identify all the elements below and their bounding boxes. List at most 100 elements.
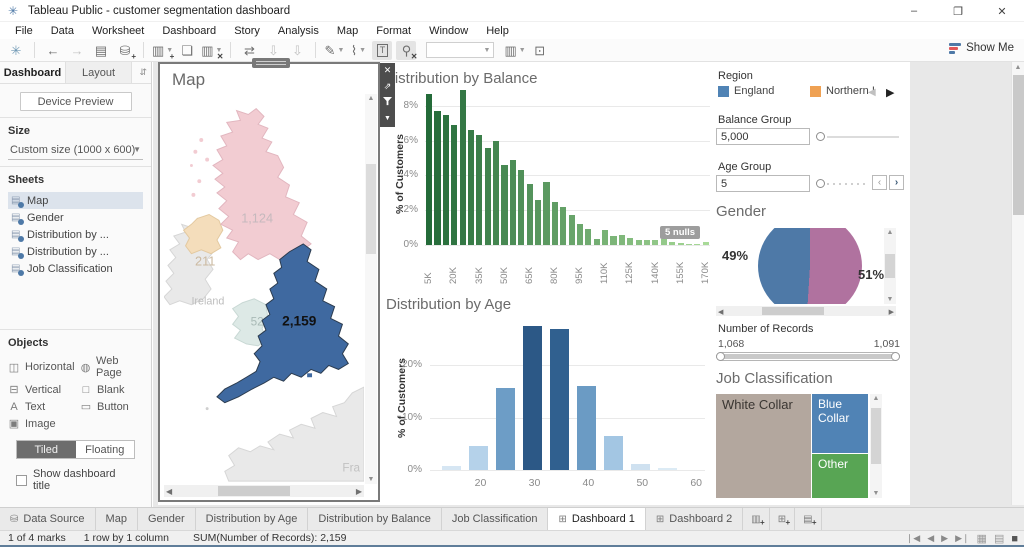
age-bar[interactable] (603, 435, 623, 470)
balance-bar[interactable] (627, 238, 634, 245)
balance-bar[interactable] (618, 234, 625, 245)
label-icon[interactable]: T (372, 40, 393, 60)
balance-bar[interactable] (451, 124, 458, 245)
map-view[interactable]: 52 1,124 211 Ireland 2,159 Fra (164, 94, 364, 484)
floating-button[interactable]: Floating (75, 441, 134, 458)
range-handle-right[interactable] (891, 352, 900, 361)
new-story-button[interactable]: ▤ + (795, 508, 822, 530)
menu-help[interactable]: Help (477, 25, 518, 37)
pane-tab-layout[interactable]: Layout (66, 62, 132, 83)
sheet-item-distribution-by-[interactable]: ▤ Distribution by ... (8, 226, 143, 243)
sheet-tab-dashboard-2[interactable]: ⊞ Dashboard 2 (645, 508, 744, 530)
tableau-logo-icon[interactable]: ✳ (6, 41, 26, 60)
treemap-node-white-collar[interactable]: White Collar (716, 394, 811, 498)
presentation-mode-icon[interactable]: ⊡ (530, 41, 550, 60)
sheet-tab-map[interactable]: Map (95, 508, 138, 530)
balance-bar[interactable] (434, 111, 441, 245)
scroll-up-icon[interactable]: ▲ (1012, 64, 1024, 71)
scroll-up-icon[interactable]: ▲ (884, 229, 896, 236)
filter-icon[interactable] (383, 97, 392, 109)
age-bar[interactable] (549, 329, 569, 470)
sheet-item-gender[interactable]: ▤ Gender (8, 209, 143, 226)
show-me-button[interactable]: Show Me (949, 42, 1014, 54)
last-page-icon[interactable]: ▶❘ (955, 533, 969, 544)
balance-bar[interactable] (459, 90, 466, 245)
go-to-sheet-icon[interactable]: ⇗ (384, 81, 392, 93)
map-horizontal-scrollbar[interactable]: ◀ ▶ (164, 485, 364, 497)
more-options-icon[interactable]: ▼ (384, 113, 391, 125)
filmstrip-view-icon[interactable]: ▤ (994, 532, 1004, 545)
balance-bar[interactable] (501, 165, 508, 245)
balance-bar[interactable] (551, 201, 558, 245)
age-bar[interactable] (496, 387, 515, 470)
new-dashboard-button[interactable]: ⊞ + (769, 508, 796, 530)
object-button[interactable]: ▭ Button (80, 400, 143, 414)
balance-bar[interactable] (543, 182, 550, 245)
sheet-tab-dashboard-1[interactable]: ⊞ Dashboard 1 (548, 508, 646, 530)
treemap-node-other[interactable]: Other (812, 454, 868, 498)
balance-bar[interactable] (652, 239, 659, 245)
device-preview-button[interactable]: Device Preview (19, 92, 132, 111)
records-range-slider[interactable] (716, 352, 900, 361)
scroll-left-icon[interactable]: ◀ (166, 487, 172, 496)
balance-bar[interactable] (702, 242, 709, 245)
balance-bar[interactable] (509, 159, 516, 245)
legend-entry-northern-i[interactable]: Northern I (810, 85, 896, 97)
balance-bar[interactable] (669, 241, 676, 245)
age-group-forward-button[interactable]: › (889, 175, 904, 190)
object-blank[interactable]: □ Blank (80, 383, 143, 396)
balance-bar[interactable] (660, 238, 667, 245)
balance-bar[interactable] (602, 230, 609, 245)
menu-worksheet[interactable]: Worksheet (83, 25, 153, 37)
gender-pie-chart[interactable] (716, 228, 882, 304)
close-button[interactable]: ✕ (980, 0, 1024, 22)
balance-bar[interactable] (518, 170, 525, 245)
age-bar[interactable] (657, 468, 677, 470)
balance-bar[interactable] (685, 244, 693, 245)
age-bar[interactable] (469, 446, 488, 470)
collapse-pane-icon[interactable]: ⇵ (139, 67, 147, 78)
swap-axes-icon[interactable]: ⇄ (239, 41, 259, 60)
balance-bar[interactable] (568, 215, 575, 245)
balance-bar[interactable] (677, 243, 684, 245)
highlight-icon[interactable]: ✎ ▼ (324, 41, 345, 60)
distribution-by-age-zone[interactable]: Distribution by Age % of Customers 0% 10%… (380, 290, 710, 504)
age-group-back-button[interactable]: ‹ (872, 175, 887, 190)
range-handle-left[interactable] (716, 352, 725, 361)
menu-data[interactable]: Data (42, 25, 83, 37)
maximize-button[interactable]: ❐ (936, 0, 980, 22)
size-dropdown[interactable]: Custom size (1000 x 600) ▼ (8, 143, 143, 160)
add-data-icon[interactable]: ⛁ + (115, 41, 136, 61)
balance-bar[interactable] (593, 238, 600, 245)
object-web-page[interactable]: ◍ Web Page (80, 355, 143, 379)
menu-map[interactable]: Map (328, 25, 367, 37)
balance-bar[interactable] (526, 184, 533, 245)
balance-bar[interactable] (476, 135, 483, 245)
age-group-input[interactable] (716, 175, 810, 192)
age-group-slider-track[interactable] (827, 183, 869, 185)
legend-prev-icon[interactable]: ◀ (868, 87, 876, 98)
balance-bar[interactable] (585, 229, 592, 245)
sheet-item-job-classification[interactable]: ▤ Job Classification (8, 260, 143, 277)
balance-bar[interactable] (560, 206, 567, 245)
treemap-node-blue-collar[interactable]: Blue Collar (812, 394, 868, 453)
sheet-item-distribution-by-[interactable]: ▤ Distribution by ... (8, 243, 143, 260)
duplicate-sheet-icon[interactable]: ❏ (177, 41, 197, 60)
new-worksheet-button[interactable]: ▥ + (743, 508, 770, 530)
sheet-item-map[interactable]: ▤ Map (8, 192, 143, 209)
pin-icon[interactable]: ⚲ ✕ (396, 40, 417, 61)
balance-bar[interactable] (576, 224, 584, 245)
menu-dashboard[interactable]: Dashboard (153, 25, 225, 37)
balance-bar[interactable] (484, 147, 491, 245)
balance-bar[interactable] (635, 239, 642, 245)
age-bar[interactable] (630, 463, 650, 470)
menu-story[interactable]: Story (225, 25, 269, 37)
balance-bar[interactable] (426, 93, 433, 245)
first-page-icon[interactable]: ❘◀ (906, 533, 920, 544)
remove-zone-icon[interactable]: ✕ (384, 65, 392, 77)
grid-view-icon[interactable]: ▦ (977, 532, 987, 545)
age-group-slider-knob[interactable] (816, 179, 825, 188)
pane-tab-dashboard[interactable]: Dashboard (0, 62, 66, 83)
sort-ascending-icon[interactable]: ⇩ (263, 41, 283, 60)
distribution-by-balance-zone[interactable]: Distribution by Balance % of Customers 5… (380, 62, 711, 290)
